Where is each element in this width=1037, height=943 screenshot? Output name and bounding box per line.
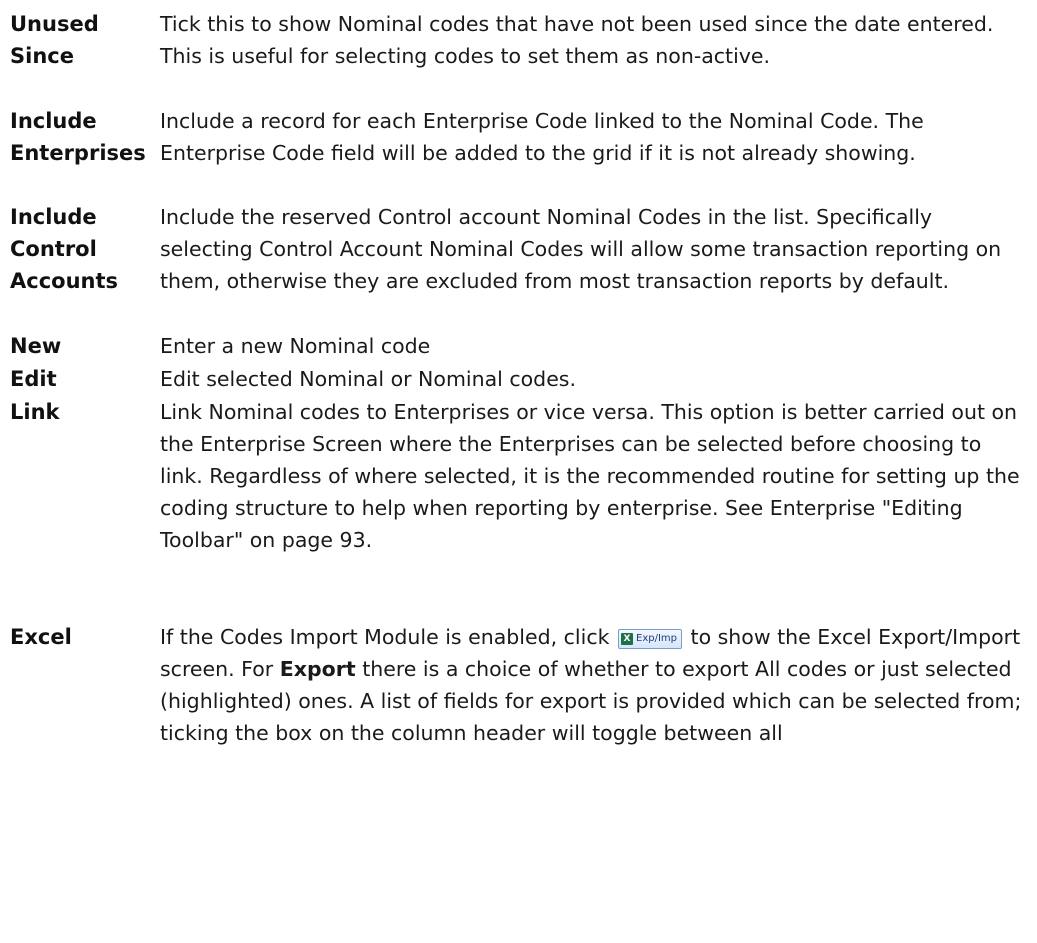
export-keyword: Export [279,657,356,681]
term-line: Include [10,205,97,229]
term-line: Edit [10,367,57,391]
term-line: Accounts [10,269,119,293]
term-line: New [10,334,62,358]
excel-icon: X [621,633,633,645]
description-link: Link Nominal codes to Enterprises or vic… [160,400,1020,552]
term-unused-since: Unused Since [10,8,160,72]
exp-imp-button-label: Exp/Imp [636,633,677,644]
term-line: Excel [10,625,72,649]
term-edit: Edit [10,363,160,395]
description-include-control-accounts: Include the reserved Control account Nom… [160,205,1002,293]
description-excel: If the Codes Import Module is enabled, c… [160,621,1030,749]
description-unused-since: Tick this to show Nominal codes that hav… [160,12,994,68]
term-excel: Excel [10,621,160,653]
description-text: If the Codes Import Module is enabled, c… [160,625,610,649]
description-new: Enter a new Nominal code [160,334,431,358]
term-line: Since [10,44,74,68]
description-include-enterprises: Include a record for each Enterprise Cod… [160,109,924,165]
term-new: New [10,330,160,362]
term-link: Link [10,396,160,428]
exp-imp-button[interactable]: X Exp/Imp [618,629,682,649]
term-line: Enterprises [10,141,146,165]
term-line: Link [10,400,60,424]
help-page: Unused Since Tick this to show Nominal c… [0,0,1037,943]
term-include-enterprises: Include Enterprises [10,105,160,169]
description-edit: Edit selected Nominal or Nominal codes. [160,367,577,391]
term-line: Control [10,237,97,261]
term-line: Include [10,109,97,133]
term-include-control-accounts: Include Control Accounts [10,201,160,297]
term-line: Unused [10,12,99,36]
